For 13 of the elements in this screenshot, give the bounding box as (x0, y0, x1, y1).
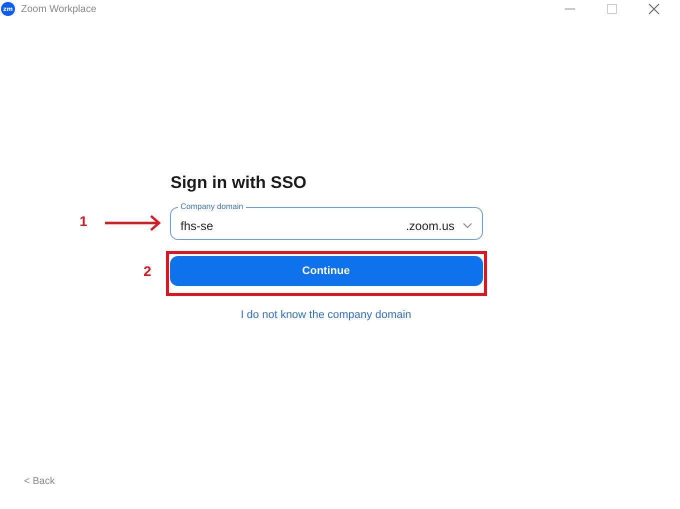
chevron-down-icon[interactable] (462, 222, 472, 228)
help-link[interactable]: I do not know the company domain (240, 309, 412, 321)
window-title: Zoom Workplace (21, 4, 96, 14)
continue-button[interactable]: Continue (170, 256, 482, 286)
annotation-number: 2 (144, 263, 152, 279)
back-link[interactable]: < Back (24, 476, 55, 487)
annotation-number: 1 (80, 213, 88, 229)
annotation-arrow (104, 215, 162, 231)
close-icon[interactable] (648, 3, 660, 15)
field-value: fhs-se (180, 218, 214, 232)
field-label: Company domain (178, 202, 246, 212)
heading: Sign in with SSO (170, 173, 308, 193)
domain-suffix: .zoom.us (406, 218, 454, 232)
